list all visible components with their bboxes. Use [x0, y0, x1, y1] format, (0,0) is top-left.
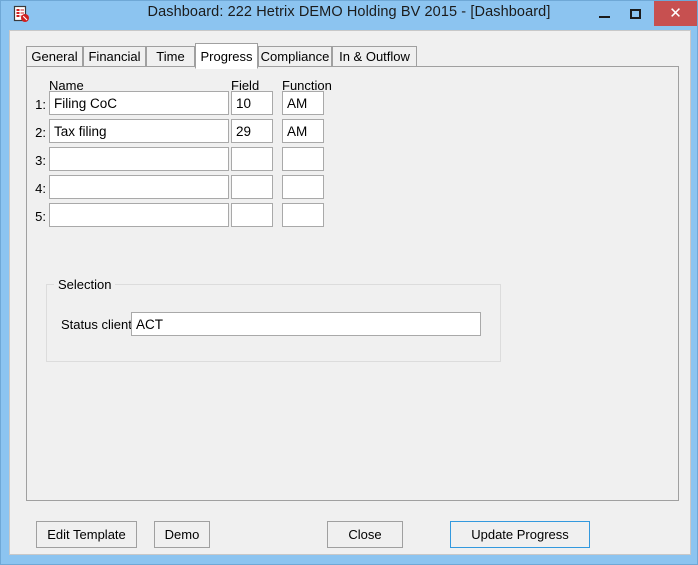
function-input-3[interactable]	[282, 147, 324, 171]
tab-in-outflow[interactable]: In & Outflow	[332, 46, 417, 67]
tab-compliance[interactable]: Compliance	[258, 46, 332, 67]
status-client-label: Status client	[61, 317, 132, 332]
close-icon: ✕	[669, 5, 682, 22]
title-bar: Dashboard: 222 Hetrix DEMO Holding BV 20…	[1, 1, 697, 26]
name-input-5[interactable]	[49, 203, 229, 227]
update-progress-button[interactable]: Update Progress	[450, 521, 590, 548]
function-input-4[interactable]	[282, 175, 324, 199]
minimize-icon	[599, 15, 610, 18]
name-input-2[interactable]	[49, 119, 229, 143]
selection-groupbox-title: Selection	[54, 277, 116, 292]
close-button[interactable]: Close	[327, 521, 403, 548]
client-area: General Financial Time Progress Complian…	[9, 30, 691, 555]
close-window-button[interactable]: ✕	[654, 1, 697, 26]
function-input-5[interactable]	[282, 203, 324, 227]
tab-general[interactable]: General	[26, 46, 83, 67]
maximize-icon	[630, 8, 641, 19]
row-label-4: 4:	[35, 181, 46, 196]
field-input-2[interactable]	[231, 119, 273, 143]
function-input-2[interactable]	[282, 119, 324, 143]
name-input-4[interactable]	[49, 175, 229, 199]
tab-financial[interactable]: Financial	[83, 46, 146, 67]
row-label-2: 2:	[35, 125, 46, 140]
row-label-5: 5:	[35, 209, 46, 224]
edit-template-button[interactable]: Edit Template	[36, 521, 137, 548]
function-input-1[interactable]	[282, 91, 324, 115]
row-label-3: 3:	[35, 153, 46, 168]
tab-progress[interactable]: Progress	[195, 43, 258, 69]
field-input-4[interactable]	[231, 175, 273, 199]
row-label-1: 1:	[35, 97, 46, 112]
name-input-1[interactable]	[49, 91, 229, 115]
status-client-input[interactable]	[131, 312, 481, 336]
maximize-button[interactable]	[621, 1, 650, 26]
application-window: Dashboard: 222 Hetrix DEMO Holding BV 20…	[0, 0, 698, 565]
name-input-3[interactable]	[49, 147, 229, 171]
field-input-3[interactable]	[231, 147, 273, 171]
tab-time[interactable]: Time	[146, 46, 195, 67]
field-input-5[interactable]	[231, 203, 273, 227]
minimize-button[interactable]	[590, 1, 619, 26]
demo-button[interactable]: Demo	[154, 521, 210, 548]
field-input-1[interactable]	[231, 91, 273, 115]
